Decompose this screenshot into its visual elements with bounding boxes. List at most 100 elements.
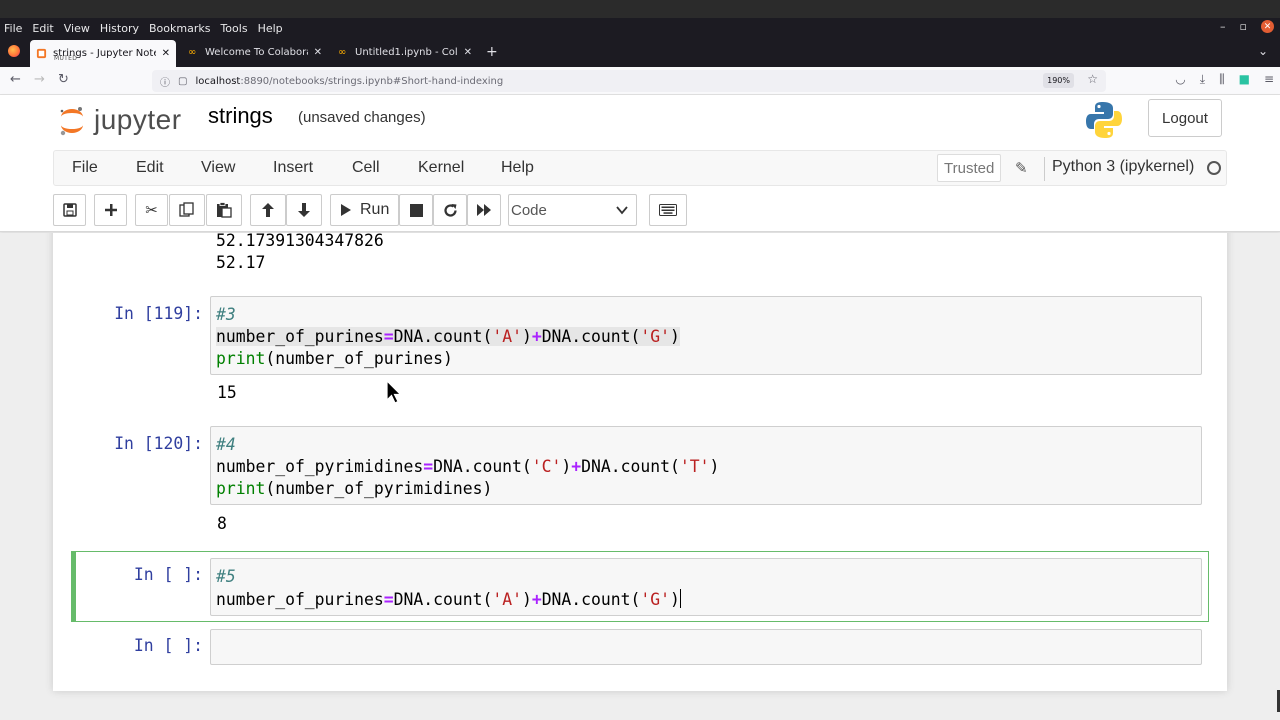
- code-token: DNA.count(: [541, 327, 641, 346]
- jupyter-favicon-icon: [36, 48, 47, 59]
- close-window-icon[interactable]: ✕: [1261, 20, 1274, 33]
- code-token: =: [383, 327, 394, 346]
- new-tab-icon[interactable]: +: [486, 44, 498, 60]
- copy-button[interactable]: [169, 194, 205, 226]
- browser-menu-file[interactable]: File: [4, 22, 22, 35]
- library-icon[interactable]: ⫼: [1219, 72, 1225, 87]
- extension-icon[interactable]: ■: [1239, 72, 1250, 87]
- browser-toolbar-right: ◡ ⤓ ⫼ ■ ≡: [1175, 72, 1274, 87]
- forward-icon[interactable]: →: [34, 72, 45, 87]
- browser-menu-help[interactable]: Help: [258, 22, 283, 35]
- code-cell-input[interactable]: #3 number_of_purines=DNA.count('A')+DNA.…: [210, 296, 1202, 375]
- tab-untitled-colab[interactable]: ∞ Untitled1.ipynb - Colabor ✕: [332, 40, 478, 65]
- pocket-icon[interactable]: ◡: [1175, 72, 1185, 87]
- paste-button[interactable]: [206, 194, 242, 226]
- move-down-button[interactable]: [286, 194, 322, 226]
- jupyter-logo[interactable]: jupyter: [58, 103, 182, 137]
- trusted-indicator[interactable]: Trusted: [937, 154, 1002, 182]
- restart-icon: [443, 203, 457, 217]
- jupyter-logo-icon: [60, 107, 83, 136]
- fast-forward-icon: [477, 204, 491, 216]
- code-token: 'G': [640, 590, 670, 609]
- site-info-icon[interactable]: ⓘ: [160, 74, 170, 89]
- browser-menu-history[interactable]: History: [100, 22, 139, 35]
- code-token: print: [216, 479, 266, 498]
- browser-menu-view[interactable]: View: [64, 22, 90, 35]
- edit-mode-pencil-icon: ✎: [1015, 159, 1028, 177]
- restart-kernel-button[interactable]: [433, 194, 467, 226]
- run-button[interactable]: Run: [330, 194, 399, 226]
- tab-close-icon[interactable]: ✕: [464, 47, 472, 58]
- zoom-level-badge[interactable]: 190%: [1043, 73, 1074, 88]
- scissors-icon: ✂: [145, 201, 158, 219]
- page-icon: ▢: [178, 75, 188, 87]
- cell-output: 8: [217, 514, 227, 533]
- menu-icon[interactable]: ≡: [1264, 72, 1274, 87]
- tab-colaboratory-welcome[interactable]: ∞ Welcome To Colaborator ✕: [182, 40, 328, 65]
- kernel-divider: [1044, 157, 1045, 181]
- text-cursor: [679, 589, 681, 608]
- plus-icon: [104, 204, 117, 216]
- logout-button[interactable]: Logout: [1148, 99, 1222, 137]
- save-button[interactable]: [53, 194, 86, 226]
- menu-cell[interactable]: Cell: [352, 159, 380, 177]
- downloads-icon[interactable]: ⤓: [1200, 72, 1205, 87]
- cut-button[interactable]: ✂: [135, 194, 168, 226]
- code-token: +: [531, 327, 542, 346]
- insert-cell-button[interactable]: [94, 194, 127, 226]
- code-token: ): [561, 457, 572, 476]
- input-prompt: In [120]:: [114, 434, 203, 453]
- colab-favicon-icon: ∞: [188, 47, 197, 58]
- menu-edit[interactable]: Edit: [136, 159, 164, 177]
- menu-help[interactable]: Help: [501, 159, 534, 177]
- notebook-scroll-area[interactable]: 52.17391304347826 52.17 In [119]: #3 num…: [0, 233, 1280, 720]
- code-token: DNA.count(: [393, 590, 493, 609]
- tab-muted-label: MUTED: [54, 55, 78, 62]
- list-tabs-icon[interactable]: ⌄: [1258, 44, 1268, 58]
- code-cell-input[interactable]: #4 number_of_pyrimidines=DNA.count('C')+…: [210, 426, 1202, 505]
- command-palette-button[interactable]: [649, 194, 687, 226]
- code-token: ): [669, 327, 680, 346]
- restore-icon[interactable]: ▫: [1240, 20, 1247, 33]
- menu-kernel[interactable]: Kernel: [418, 159, 464, 177]
- browser-tabbar: strings - Jupyter Notebo ✕ MUTED ∞ Welco…: [0, 38, 1280, 67]
- url-bar[interactable]: ⓘ ▢ localhost:8890/notebooks/strings.ipy…: [152, 70, 1106, 92]
- interrupt-kernel-button[interactable]: [399, 194, 433, 226]
- bookmark-star-icon[interactable]: ☆: [1087, 72, 1098, 86]
- browser-menu-bookmarks[interactable]: Bookmarks: [149, 22, 210, 35]
- minimize-icon[interactable]: –: [1220, 20, 1226, 33]
- kernel-name[interactable]: Python 3 (ipykernel): [1052, 158, 1194, 176]
- browser-menu-edit[interactable]: Edit: [32, 22, 53, 35]
- tab-close-icon[interactable]: ✕: [162, 48, 170, 59]
- url-host: localhost: [195, 75, 241, 87]
- code-comment: #3: [216, 305, 236, 324]
- code-cell-input-empty[interactable]: [210, 629, 1202, 665]
- code-token: =: [383, 590, 394, 609]
- tab-strings-notebook[interactable]: strings - Jupyter Notebo ✕ MUTED: [30, 40, 176, 67]
- code-token: ): [521, 590, 532, 609]
- menu-view[interactable]: View: [201, 159, 235, 177]
- back-icon[interactable]: ←: [10, 72, 21, 87]
- tab-close-icon[interactable]: ✕: [314, 47, 322, 58]
- move-up-button[interactable]: [250, 194, 286, 226]
- code-cell-input-active[interactable]: #5 number_of_purines=DNA.count('A')+DNA.…: [210, 558, 1202, 616]
- menu-file[interactable]: File: [72, 159, 98, 177]
- code-token: number_of_purines: [216, 590, 384, 609]
- code-token: DNA.count(: [541, 590, 641, 609]
- notebook-container: 52.17391304347826 52.17 In [119]: #3 num…: [53, 233, 1227, 691]
- code-token: ): [669, 590, 680, 609]
- menu-insert[interactable]: Insert: [273, 159, 313, 177]
- code-token: print: [216, 349, 266, 368]
- notebook-name[interactable]: strings: [208, 103, 273, 129]
- restart-run-all-button[interactable]: [467, 194, 501, 226]
- code-token: +: [531, 590, 542, 609]
- browser-menubar: File Edit View History Bookmarks Tools H…: [0, 18, 1280, 38]
- cell-type-select[interactable]: Code: [508, 194, 637, 226]
- paste-icon: [217, 202, 232, 218]
- code-token: number_of_pyrimidines: [216, 457, 424, 476]
- reload-icon[interactable]: ↻: [58, 72, 69, 87]
- browser-menu-tools[interactable]: Tools: [220, 22, 247, 35]
- arrow-up-icon: [262, 203, 274, 217]
- code-token: DNA.count(: [581, 457, 680, 476]
- arrow-down-icon: [298, 203, 310, 217]
